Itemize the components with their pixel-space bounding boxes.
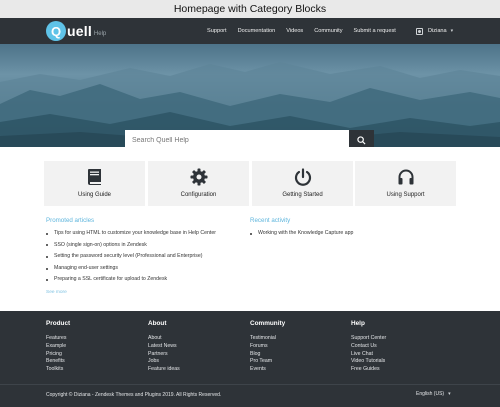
- footer-link[interactable]: Partners: [148, 351, 180, 359]
- book-icon: [87, 169, 101, 185]
- footer-link[interactable]: Pro Team: [250, 358, 285, 366]
- headphones-icon: [398, 169, 413, 185]
- recent-activity-title: Recent activity: [250, 217, 291, 224]
- list-item[interactable]: Working with the Knowledge Capture app: [250, 228, 353, 240]
- footer-link[interactable]: Feature ideas: [148, 366, 180, 374]
- logo-subtitle: Help: [93, 30, 107, 37]
- footer-divider: [0, 384, 500, 385]
- bullet-icon: [250, 232, 252, 235]
- copyright-text: Copyright © Diziana - Zendesk Themes and…: [46, 392, 222, 398]
- list-item[interactable]: Setting the password security level (Pro…: [46, 251, 216, 263]
- footer-link[interactable]: Free Guides: [351, 366, 386, 374]
- search-bar: [125, 130, 374, 147]
- bullet-icon: [46, 232, 48, 235]
- category-using-guide[interactable]: Using Guide: [44, 161, 145, 206]
- footer-link[interactable]: Example: [46, 343, 70, 351]
- footer-link[interactable]: Contact Us: [351, 343, 386, 351]
- article-link[interactable]: Setting the password security level (Pro…: [54, 251, 203, 263]
- footer-heading: About: [148, 320, 167, 327]
- gear-icon: [190, 168, 207, 186]
- article-link[interactable]: Tips for using HTML to customize your kn…: [54, 228, 216, 240]
- list-item[interactable]: SSO (single sign-on) options in Zendesk: [46, 240, 216, 252]
- search-icon: [357, 136, 366, 145]
- search-input[interactable]: [125, 130, 349, 147]
- language-label: English (US): [416, 391, 445, 397]
- footer-link[interactable]: Live Chat: [351, 351, 386, 359]
- footer-column-about: About About Latest News Partners Jobs Fe…: [148, 320, 180, 374]
- promoted-articles-title: Promoted articles: [46, 217, 95, 224]
- list-item[interactable]: Tips for using HTML to customize your kn…: [46, 228, 216, 240]
- footer-heading: Community: [250, 320, 286, 327]
- category-label: Using Support: [386, 192, 425, 198]
- bullet-icon: [46, 244, 48, 247]
- bullet-icon: [46, 255, 48, 258]
- footer-link[interactable]: Jobs: [148, 358, 180, 366]
- chevron-down-icon: ▾: [450, 28, 454, 34]
- user-menu[interactable]: Diziana ▾: [416, 18, 453, 44]
- recent-activity-list: Working with the Knowledge Capture app: [250, 228, 353, 240]
- category-blocks: Using Guide Configuration Getting Starte…: [44, 161, 456, 206]
- article-link[interactable]: SSO (single sign-on) options in Zendesk: [54, 240, 147, 252]
- footer-link[interactable]: Testimonial: [250, 335, 285, 343]
- page-caption: Homepage with Category Blocks: [0, 0, 500, 18]
- category-using-support[interactable]: Using Support: [355, 161, 456, 206]
- footer-link[interactable]: Pricing: [46, 351, 70, 359]
- footer-link[interactable]: Features: [46, 335, 70, 343]
- user-name: Diziana: [428, 28, 447, 34]
- category-label: Using Guide: [77, 192, 112, 198]
- nav-link-submit-request[interactable]: Submit a request: [354, 28, 396, 34]
- quell-logo[interactable]: Q uell Help: [46, 21, 106, 41]
- nav-link-documentation[interactable]: Documentation: [238, 28, 276, 34]
- logo-text: uell: [67, 23, 92, 39]
- site-footer: Product Features Example Pricing Benefit…: [0, 311, 500, 407]
- category-getting-started[interactable]: Getting Started: [252, 161, 353, 206]
- nav-link-community[interactable]: Community: [314, 28, 342, 34]
- chevron-down-icon: ▾: [448, 391, 451, 397]
- bullet-icon: [46, 267, 48, 270]
- category-label: Getting Started: [282, 192, 323, 198]
- see-more-link[interactable]: See more: [46, 290, 67, 295]
- footer-link[interactable]: Latest News: [148, 343, 180, 351]
- footer-link[interactable]: Events: [250, 366, 285, 374]
- list-item[interactable]: Preparing a SSL certificate for upload t…: [46, 274, 216, 286]
- category-label: Configuration: [180, 192, 217, 198]
- footer-link[interactable]: Video Tutorials: [351, 358, 386, 366]
- activity-link[interactable]: Working with the Knowledge Capture app: [258, 228, 353, 240]
- footer-column-community: Community Testimonial Forums Blog Pro Te…: [250, 320, 285, 374]
- footer-heading: Help: [351, 320, 365, 327]
- search-button[interactable]: [349, 130, 374, 147]
- category-configuration[interactable]: Configuration: [148, 161, 249, 206]
- article-link[interactable]: Preparing a SSL certificate for upload t…: [54, 274, 167, 286]
- footer-link[interactable]: Forums: [250, 343, 285, 351]
- footer-link[interactable]: Benefits: [46, 358, 70, 366]
- main-nav: Support Documentation Videos Community S…: [207, 18, 407, 44]
- footer-heading: Product: [46, 320, 71, 327]
- logo-badge: Q: [46, 21, 66, 41]
- footer-link[interactable]: About: [148, 335, 180, 343]
- user-avatar-icon: [416, 27, 423, 35]
- promoted-articles-list: Tips for using HTML to customize your kn…: [46, 228, 216, 286]
- footer-column-help: Help Support Center Contact Us Live Chat…: [351, 320, 386, 374]
- nav-link-videos[interactable]: Videos: [286, 28, 303, 34]
- article-link[interactable]: Managing end-user settings: [54, 263, 118, 275]
- power-icon: [294, 168, 311, 186]
- nav-link-support[interactable]: Support: [207, 28, 227, 34]
- hero-banner: [0, 44, 500, 147]
- top-navigation: Q uell Help Support Documentation Videos…: [0, 18, 500, 44]
- footer-column-product: Product Features Example Pricing Benefit…: [46, 320, 70, 374]
- footer-link[interactable]: Support Center: [351, 335, 386, 343]
- list-item[interactable]: Managing end-user settings: [46, 263, 216, 275]
- footer-link[interactable]: Blog: [250, 351, 285, 359]
- bullet-icon: [46, 279, 48, 282]
- language-selector[interactable]: English (US) ▾: [416, 391, 451, 397]
- footer-link[interactable]: Toolkits: [46, 366, 70, 374]
